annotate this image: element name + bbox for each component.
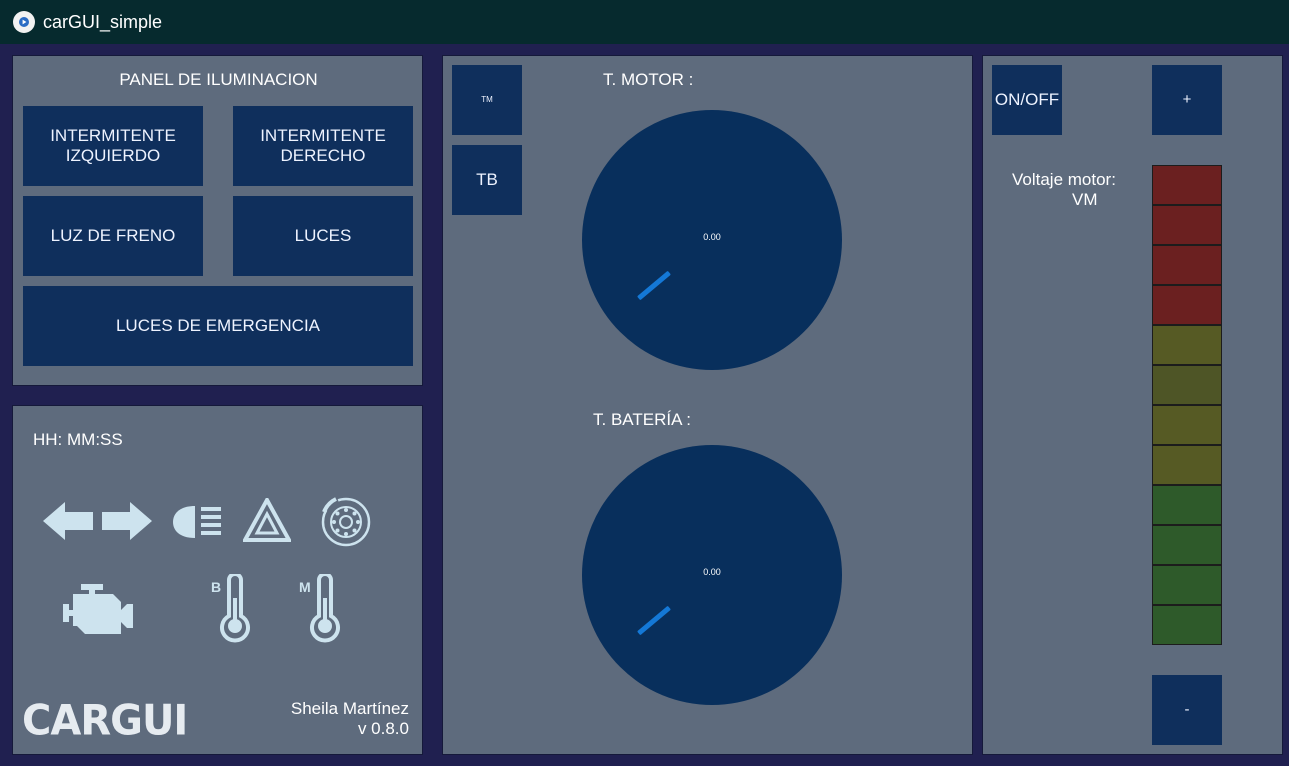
battery-thermometer-letter: B — [211, 579, 222, 595]
battery-temp-label: T. BATERÍA : — [593, 410, 691, 429]
voltage-bar-segment — [1152, 445, 1222, 485]
lighting-panel-title: PANEL DE ILUMINACION — [119, 70, 318, 89]
battery-temp-gauge: 0.00 — [582, 445, 842, 705]
voltage-bar-segment — [1152, 565, 1222, 605]
play-icon — [13, 11, 35, 33]
voltage-bar-segment — [1152, 525, 1222, 565]
voltage-label: Voltaje motor: — [1012, 170, 1116, 189]
voltage-bar-segment — [1152, 165, 1222, 205]
battery-temp-value: 0.00 — [703, 567, 721, 577]
tm-button[interactable]: TM — [452, 65, 522, 135]
title-bar: carGUI_simple — [0, 0, 1289, 44]
motor-temp-value: 0.00 — [703, 232, 721, 242]
minus-button[interactable]: - — [1152, 675, 1222, 745]
hazard-icon — [243, 498, 291, 542]
voltage-level-bar — [1152, 165, 1222, 645]
author-name: Sheila Martínez — [290, 699, 409, 718]
engine-icon — [63, 584, 133, 634]
right-turn-button[interactable]: INTERMITENTE DERECHO — [233, 106, 413, 186]
brake-light-button[interactable]: LUZ DE FRENO — [23, 196, 203, 276]
voltage-bar-segment — [1152, 485, 1222, 525]
arrow-right-icon — [102, 502, 152, 540]
tb-button[interactable]: TB — [452, 145, 522, 215]
cargui-logo: CARGUI — [22, 696, 188, 746]
brake-disc-icon — [321, 497, 371, 547]
voltage-bar-segment — [1152, 285, 1222, 325]
lighting-panel: PANEL DE ILUMINACION INTERMITENTE IZQUIE… — [12, 55, 423, 386]
temperature-panel: TM TB T. MOTOR : 0.00 T. BATERÍA : 0.00 — [442, 55, 973, 755]
on-off-button[interactable]: ON/OFF — [992, 65, 1062, 135]
voltage-bar-segment — [1152, 245, 1222, 285]
voltage-bar-segment — [1152, 605, 1222, 645]
voltage-bar-segment — [1152, 405, 1222, 445]
battery-gauge-needle — [637, 605, 671, 636]
lights-button[interactable]: LUCES — [233, 196, 413, 276]
motor-gauge-needle — [637, 270, 671, 301]
window-title: carGUI_simple — [43, 12, 163, 32]
emergency-lights-button[interactable]: LUCES DE EMERGENCIA — [23, 286, 413, 366]
voltage-bar-segment — [1152, 325, 1222, 365]
voltage-value: VM — [1072, 190, 1098, 209]
voltage-panel: ON/OFF + Voltaje motor: VM - — [982, 55, 1283, 755]
motor-thermometer-letter: M — [299, 579, 311, 595]
headlight-icon — [173, 506, 221, 538]
motor-temp-gauge: 0.00 — [582, 110, 842, 370]
motor-temp-label: T. MOTOR : — [603, 70, 694, 89]
left-turn-button[interactable]: INTERMITENTE IZQUIERDO — [23, 106, 203, 186]
voltage-bar-segment — [1152, 205, 1222, 245]
voltage-bar-segment — [1152, 365, 1222, 405]
clock-display: HH: MM:SS — [33, 430, 123, 449]
version-label: v 0.8.0 — [357, 719, 409, 738]
plus-button[interactable]: + — [1152, 65, 1222, 135]
arrow-left-icon — [43, 502, 93, 540]
